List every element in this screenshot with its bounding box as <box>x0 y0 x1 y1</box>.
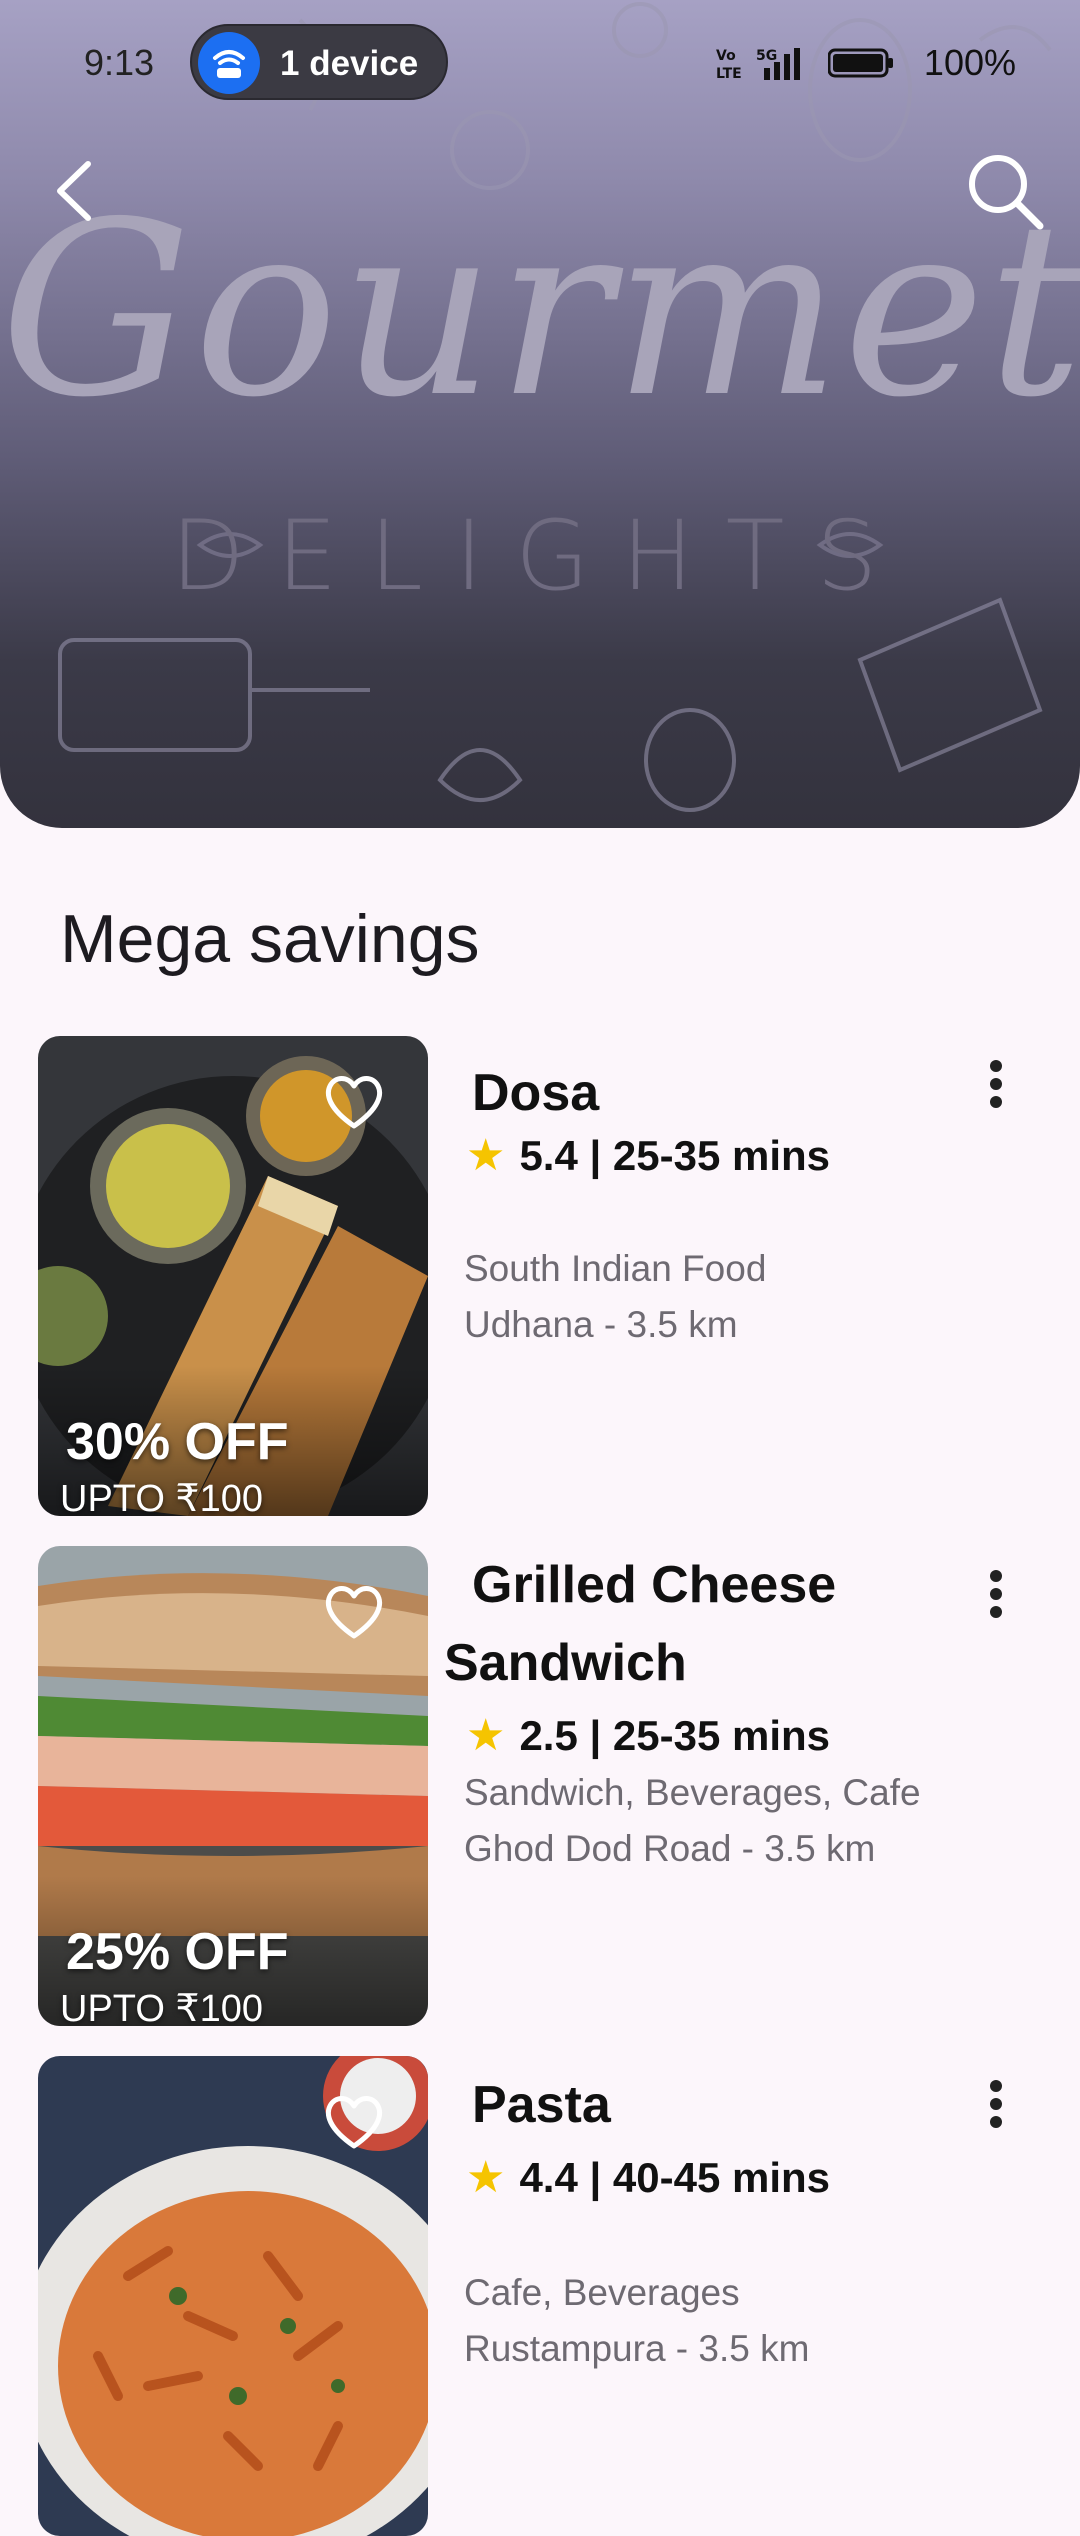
restaurant-image[interactable]: 25% OFF UPTO ₹100 <box>38 1546 428 2026</box>
rating-text: 5.4 | 25-35 mins <box>519 1132 831 1179</box>
restaurant-cuisine: Sandwich, Beverages, Cafe <box>464 1772 921 1813</box>
restaurant-name: Dosa <box>472 1064 600 1122</box>
back-icon <box>57 161 91 221</box>
restaurant-card[interactable]: 30% OFF UPTO ₹100 Dosa ★ 5.4 | 25-35 mins… <box>38 1036 1048 1516</box>
rating-text: 2.5 | 25-35 mins <box>519 1712 831 1759</box>
restaurant-cuisine: Cafe, Beverages <box>464 2272 740 2313</box>
restaurant-image[interactable] <box>38 2056 428 2536</box>
restaurant-location: Rustampura - 3.5 km <box>464 2328 810 2369</box>
restaurant-location: Ghod Dod Road - 3.5 km <box>464 1828 876 1869</box>
search-button[interactable] <box>960 146 1050 236</box>
restaurant-name: Pasta <box>472 2076 611 2134</box>
more-options-icon[interactable] <box>976 1560 1016 1640</box>
rating-text: 4.4 | 40-45 mins <box>519 2154 831 2201</box>
more-options-icon[interactable] <box>976 1050 1016 1130</box>
discount-label: 30% OFF <box>66 1413 289 1471</box>
battery-percent: 100% <box>923 42 1016 83</box>
hotspot-icon <box>198 32 260 94</box>
back-button[interactable] <box>28 146 118 236</box>
status-icons: Vo LTE 5G 100% <box>716 40 1016 84</box>
star-icon: ★ <box>466 2153 506 2202</box>
star-icon: ★ <box>466 1711 506 1760</box>
favorite-heart-icon[interactable] <box>322 2092 386 2152</box>
star-icon: ★ <box>466 1131 506 1180</box>
svg-text:Vo: Vo <box>716 48 736 64</box>
rating-row: ★ 4.4 | 40-45 mins <box>466 2152 830 2203</box>
restaurant-card[interactable]: 25% OFF UPTO ₹100 Grilled Cheese Sandwic… <box>38 1546 1048 2026</box>
favorite-heart-icon[interactable] <box>322 1072 386 1132</box>
discount-label: 25% OFF <box>66 1923 289 1981</box>
brand-title: Gourmet <box>0 170 1080 450</box>
svg-text:LTE: LTE <box>716 66 742 82</box>
restaurant-name-line-2: Sandwich <box>444 1634 687 1692</box>
brand-subtitle: DELIGHTS <box>170 500 910 612</box>
discount-cap: UPTO ₹100 <box>60 1988 264 2026</box>
rating-row: ★ 2.5 | 25-35 mins <box>466 1710 830 1761</box>
status-bar: 9:13 1 device Vo LTE 5G 100% <box>0 0 1080 124</box>
restaurant-image[interactable]: 30% OFF UPTO ₹100 <box>38 1036 428 1516</box>
search-icon <box>969 155 1044 230</box>
battery-icon <box>828 48 893 78</box>
more-options-icon[interactable] <box>976 2070 1016 2150</box>
restaurant-name-line-1: Grilled Cheese <box>472 1556 837 1614</box>
restaurant-location: Udhana - 3.5 km <box>464 1304 738 1345</box>
hotspot-device-pill[interactable]: 1 device <box>190 24 448 100</box>
rating-row: ★ 5.4 | 25-35 mins <box>466 1130 830 1181</box>
status-time: 9:13 <box>84 42 155 83</box>
favorite-heart-icon[interactable] <box>322 1582 386 1642</box>
discount-cap: UPTO ₹100 <box>60 1478 264 1516</box>
restaurant-cuisine: South Indian Food <box>464 1248 767 1289</box>
section-title: Mega savings <box>60 901 480 977</box>
device-count-label: 1 device <box>280 44 419 83</box>
hero-banner: Gourmet DELIGHTS <box>0 0 1080 828</box>
restaurant-card[interactable]: Pasta ★ 4.4 | 40-45 mins Cafe, Beverages … <box>38 2056 1048 2536</box>
svg-text:5G: 5G <box>756 48 777 64</box>
